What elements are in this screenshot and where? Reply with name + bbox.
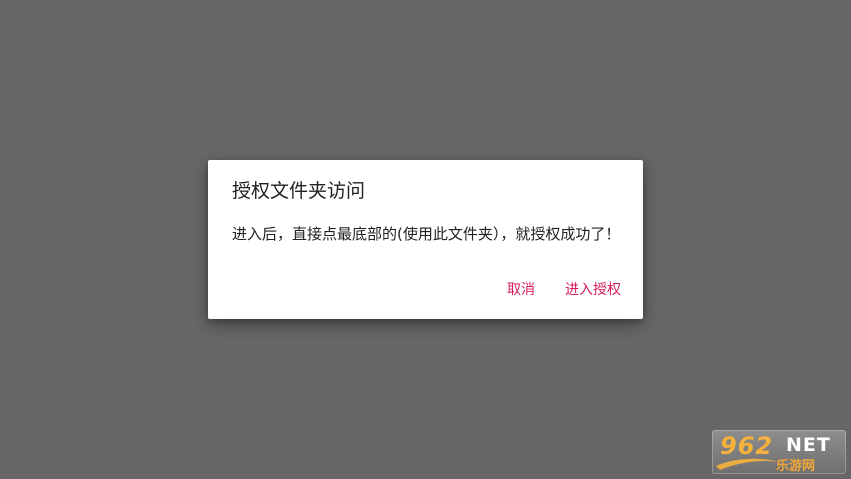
watermark-tagline: 乐游网 bbox=[776, 459, 816, 474]
cancel-button[interactable]: 取消 bbox=[507, 281, 535, 299]
dialog-title: 授权文件夹访问 bbox=[232, 180, 366, 202]
site-watermark-logo: 962 NET 乐游网 bbox=[712, 430, 846, 474]
dialog-actions: 取消 进入授权 bbox=[507, 281, 621, 299]
watermark-number: 962 bbox=[720, 432, 774, 460]
screen-backdrop[interactable]: 授权文件夹访问 进入后，直接点最底部的(使用此文件夹），就授权成功了！ 取消 进… bbox=[0, 0, 851, 479]
dialog-message: 进入后，直接点最底部的(使用此文件夹），就授权成功了！ bbox=[232, 225, 621, 243]
watermark-net: NET bbox=[786, 434, 831, 456]
enter-authorize-button[interactable]: 进入授权 bbox=[565, 281, 621, 299]
authorize-folder-dialog: 授权文件夹访问 进入后，直接点最底部的(使用此文件夹），就授权成功了！ 取消 进… bbox=[208, 160, 643, 319]
